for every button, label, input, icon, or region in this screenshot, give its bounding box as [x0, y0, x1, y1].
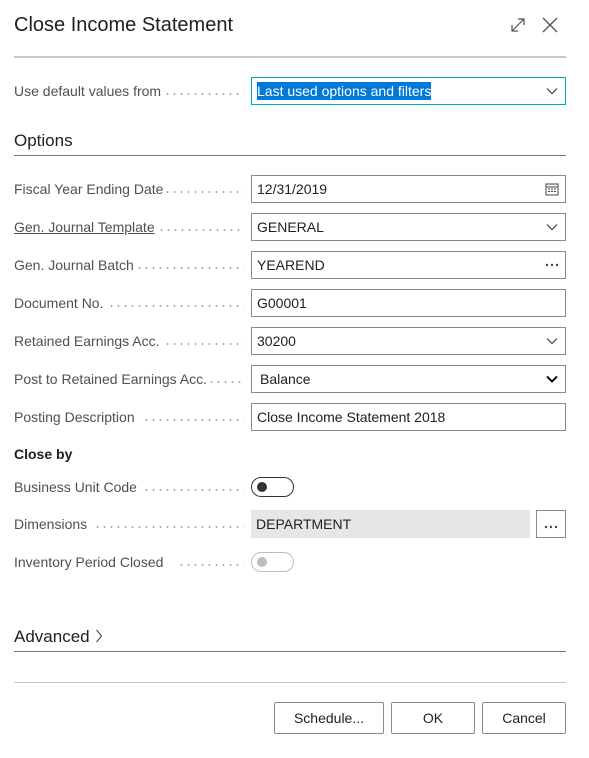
dot-leader: [108, 305, 244, 307]
fiscal-year-ending-date-input[interactable]: 12/31/2019: [251, 175, 566, 203]
toggle-knob: [257, 482, 267, 492]
gen-journal-template-select[interactable]: GENERAL: [251, 213, 566, 241]
document-no-value: G00001: [257, 295, 307, 311]
retained-earnings-acc-label: Retained Earnings Acc.: [14, 333, 160, 349]
retained-earnings-acc-select[interactable]: 30200: [251, 327, 566, 355]
dot-leader: [94, 526, 244, 528]
chevron-right-icon: [95, 628, 103, 648]
advanced-heading[interactable]: Advanced: [14, 627, 103, 648]
dot-leader: [136, 267, 244, 269]
calendar-icon[interactable]: [545, 182, 559, 196]
fiscal-year-ending-date-label: Fiscal Year Ending Date: [14, 181, 164, 197]
defaults-select[interactable]: Last used options and filters: [251, 77, 566, 105]
toggle-knob: [257, 557, 267, 567]
header-divider: [14, 56, 566, 58]
chevron-down-icon: [545, 334, 559, 348]
dot-leader: [143, 419, 244, 421]
posting-description-label: Posting Description: [14, 409, 135, 425]
retained-earnings-acc-value: 30200: [257, 333, 296, 349]
document-no-input[interactable]: G00001: [251, 289, 566, 317]
post-to-retained-label: Post to Retained Earnings Acc.: [14, 371, 207, 387]
defaults-value: Last used options and filters: [257, 82, 432, 100]
retained-earnings-acc-row: Retained Earnings Acc. 30200: [14, 327, 566, 355]
inventory-period-closed-label: Inventory Period Closed: [14, 554, 164, 570]
options-divider: [14, 155, 566, 156]
inventory-period-closed-row: Inventory Period Closed: [14, 548, 566, 576]
dot-leader: [158, 229, 244, 231]
dialog-title: Close Income Statement: [14, 14, 233, 36]
post-to-retained-select[interactable]: Balance: [251, 365, 566, 393]
advanced-divider: [14, 651, 566, 652]
fiscal-year-ending-date-row: Fiscal Year Ending Date 12/31/2019: [14, 175, 566, 203]
close-by-heading: Close by: [14, 446, 73, 462]
post-to-retained-value: Balance: [260, 371, 311, 387]
expand-icon[interactable]: [507, 14, 529, 36]
ellipsis-icon[interactable]: [545, 258, 559, 272]
defaults-label: Use default values from: [14, 83, 162, 99]
business-unit-code-row: Business Unit Code: [14, 473, 566, 501]
document-no-row: Document No. G00001: [14, 289, 566, 317]
post-to-retained-row: Post to Retained Earnings Acc. Balance: [14, 365, 566, 393]
dimensions-field: DEPARTMENT: [251, 510, 530, 538]
advanced-label: Advanced: [14, 627, 90, 646]
dot-leader: [178, 564, 244, 566]
posting-description-row: Posting Description Close Income Stateme…: [14, 403, 566, 431]
defaults-row: Use default values from Last used option…: [14, 77, 566, 105]
options-heading[interactable]: Options: [14, 131, 73, 151]
dot-leader: [208, 381, 244, 383]
dimensions-value: DEPARTMENT: [256, 516, 352, 532]
chevron-down-icon: [545, 220, 559, 234]
dimensions-row: Dimensions DEPARTMENT: [14, 510, 566, 538]
footer-divider: [14, 682, 566, 683]
ok-button[interactable]: OK: [391, 702, 475, 734]
chevron-down-icon: [545, 372, 559, 386]
gen-journal-batch-value: YEAREND: [257, 257, 325, 273]
chevron-down-icon: [545, 84, 559, 98]
close-icon[interactable]: [539, 14, 561, 36]
fiscal-year-ending-date-value: 12/31/2019: [257, 181, 328, 197]
business-unit-code-toggle[interactable]: [251, 477, 294, 497]
gen-journal-template-row: Gen. Journal Template GENERAL: [14, 213, 566, 241]
gen-journal-batch-label: Gen. Journal Batch: [14, 257, 134, 273]
inventory-period-closed-toggle: [251, 552, 294, 572]
gen-journal-template-label[interactable]: Gen. Journal Template: [14, 213, 155, 241]
dot-leader: [164, 93, 244, 95]
posting-description-input[interactable]: Close Income Statement 2018: [251, 403, 566, 431]
gen-journal-batch-row: Gen. Journal Batch YEAREND: [14, 251, 566, 279]
dot-leader: [143, 489, 244, 491]
business-unit-code-label: Business Unit Code: [14, 479, 137, 495]
dot-leader: [164, 343, 244, 345]
document-no-label: Document No.: [14, 295, 104, 311]
gen-journal-batch-input[interactable]: YEAREND: [251, 251, 566, 279]
gen-journal-template-value: GENERAL: [257, 219, 324, 235]
schedule-button[interactable]: Schedule...: [274, 702, 384, 734]
ellipsis-icon: [544, 516, 558, 532]
cancel-button[interactable]: Cancel: [482, 702, 566, 734]
dimensions-label: Dimensions: [14, 516, 88, 532]
posting-description-value: Close Income Statement 2018: [257, 409, 446, 425]
dot-leader: [164, 191, 244, 193]
dimensions-edit-button[interactable]: [536, 510, 566, 538]
